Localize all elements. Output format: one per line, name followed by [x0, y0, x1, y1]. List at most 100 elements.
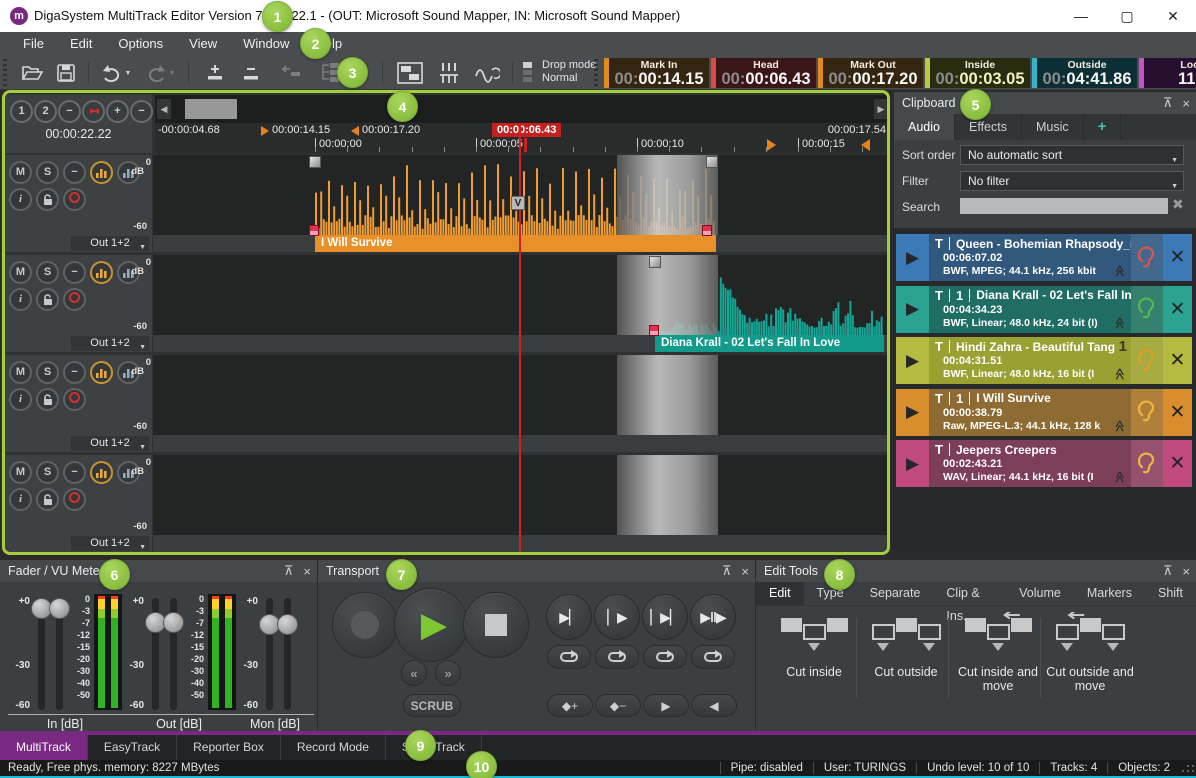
loop-button[interactable] — [547, 645, 591, 669]
edit-tool-cut-outside-and-move[interactable]: Cut outside and move — [1046, 612, 1134, 712]
record-arm-button[interactable] — [63, 488, 86, 511]
time-display-mark-out[interactable]: Mark Out00:00:17.20 — [818, 58, 923, 88]
move-left-icon[interactable] — [276, 60, 306, 86]
filter-select[interactable]: No filter▼ — [960, 171, 1184, 191]
clipboard-play-icon[interactable]: ▶ — [896, 286, 929, 333]
lock-button[interactable] — [36, 188, 59, 211]
time-display-mark-in[interactable]: Mark In00:00:14.15 — [604, 58, 709, 88]
loop-button[interactable] — [595, 645, 639, 669]
vu-orange-button[interactable] — [90, 461, 113, 484]
scrub-button[interactable]: SCRUB — [403, 694, 461, 717]
pin-icon[interactable]: ⊼ — [1163, 563, 1173, 579]
search-clear-icon[interactable]: ✖ — [1172, 196, 1186, 213]
fader-knob[interactable] — [49, 598, 70, 619]
loop-button[interactable] — [691, 645, 735, 669]
undo-icon[interactable]: ▼ — [98, 60, 134, 86]
clipboard-item[interactable]: ▶THindi Zahra - Beautiful Tang100:04:31.… — [896, 337, 1192, 384]
clip-label[interactable]: Diana Krall - 02 Let's Fall In Love — [655, 335, 884, 352]
record-arm-button[interactable] — [63, 288, 86, 311]
remove-track-icon[interactable] — [236, 60, 266, 86]
clip-handle-bottom-left[interactable] — [309, 225, 319, 236]
fader-knob[interactable] — [277, 614, 298, 635]
edit-tools-tab-shift[interactable]: Shift — [1145, 582, 1196, 605]
sort-order-select[interactable]: No automatic sort▼ — [960, 145, 1184, 165]
pin-icon[interactable]: ⊼ — [284, 563, 294, 579]
open-icon[interactable] — [18, 60, 46, 86]
transport-pill-button[interactable]: ◆− — [595, 694, 641, 717]
menu-item-window[interactable]: Window — [230, 32, 302, 56]
minimize-button[interactable]: — — [1058, 0, 1104, 32]
edit-tools-tab-clip-ins-[interactable]: Clip & Ins. — [933, 582, 1006, 605]
menu-item-edit[interactable]: Edit — [57, 32, 105, 56]
zoom-to-marks-icon[interactable]: ▶◀ — [82, 100, 105, 123]
pin-icon[interactable]: ⊼ — [1163, 95, 1173, 111]
edit-tool-cut-outside[interactable]: Cut outside — [862, 612, 950, 712]
clip-handle-bottom-left[interactable] — [649, 325, 659, 336]
mode-tab-multitrack[interactable]: MultiTrack — [0, 735, 88, 760]
info-button[interactable]: i — [9, 488, 32, 511]
transport-pill-button[interactable]: ◆+ — [547, 694, 593, 717]
remove-item-icon[interactable]: ✕ — [1163, 440, 1192, 487]
solo-button[interactable]: S — [36, 261, 59, 284]
edit-tool-cut-inside[interactable]: Cut inside — [770, 612, 858, 712]
add-track-icon[interactable] — [200, 60, 230, 86]
edit-tools-tab-edit[interactable]: Edit — [756, 582, 804, 605]
record-arm-button[interactable] — [63, 388, 86, 411]
timeline-ruler[interactable]: -00:00:04.68 00:00:14.15 00:00:17.20 00:… — [155, 123, 890, 153]
time-display-head[interactable]: Head00:00:06.43 — [711, 58, 816, 88]
vu-orange-button[interactable] — [90, 361, 113, 384]
track-lines-icon[interactable] — [432, 60, 466, 86]
collapse-button[interactable]: − — [63, 461, 86, 484]
remove-item-icon[interactable]: ✕ — [1163, 286, 1192, 333]
track-wave-area[interactable] — [153, 455, 890, 535]
close-icon[interactable]: × — [741, 564, 749, 579]
mode-tab-easytrack[interactable]: EasyTrack — [88, 735, 177, 760]
close-icon[interactable]: × — [1182, 96, 1190, 111]
remove-item-icon[interactable]: ✕ — [1163, 337, 1192, 384]
scroll-right-icon[interactable]: ▶ — [874, 99, 888, 119]
clipboard-tab-effects[interactable]: Effects — [955, 114, 1022, 140]
edit-tools-tab-volume[interactable]: Volume — [1006, 582, 1074, 605]
vu-orange-button[interactable] — [90, 161, 113, 184]
clip-label[interactable]: I Will Survive — [315, 235, 716, 252]
lock-button[interactable] — [36, 388, 59, 411]
maximize-button[interactable]: ▢ — [1104, 0, 1150, 32]
clipboard-item[interactable]: ▶T1I Will Survive00:00:38.79Raw, MPEG-L.… — [896, 389, 1192, 436]
skip-button[interactable]: ▏▶ — [594, 594, 640, 640]
fader-knob[interactable] — [163, 612, 184, 633]
waveform-icon[interactable] — [470, 60, 504, 86]
track-wave-area[interactable] — [153, 255, 890, 335]
object-layout-icon[interactable] — [392, 60, 428, 86]
mute-button[interactable]: M — [9, 161, 32, 184]
zoom-out-button[interactable]: − — [130, 100, 153, 123]
loop-button[interactable] — [643, 645, 687, 669]
clipboard-item[interactable]: ▶TJeepers Creepers00:02:43.21WAV, Linear… — [896, 440, 1192, 487]
close-icon[interactable]: × — [303, 564, 311, 579]
mute-button[interactable]: M — [9, 361, 32, 384]
expand-chevron-icon[interactable]: ≫ — [1112, 368, 1126, 381]
clip-handle-bottom-right[interactable] — [702, 225, 712, 236]
menu-item-file[interactable]: File — [10, 32, 57, 56]
resize-grip[interactable] — [1180, 762, 1194, 774]
skip-button[interactable]: ▶▏ — [546, 594, 592, 640]
collapse-button[interactable]: − — [63, 161, 86, 184]
time-display-outside[interactable]: Outside00:04:41.86 — [1032, 58, 1137, 88]
edit-tools-tab-markers[interactable]: Markers — [1074, 582, 1145, 605]
lock-button[interactable] — [36, 288, 59, 311]
search-input[interactable] — [960, 198, 1168, 214]
clipboard-play-icon[interactable]: ▶ — [896, 234, 929, 281]
prelisten-ear-icon[interactable] — [1131, 440, 1163, 487]
clipboard-item[interactable]: ▶T1Diana Krall - 02 Let's Fall In Lo00:0… — [896, 286, 1192, 333]
clip-handle-top-right[interactable] — [706, 156, 718, 168]
drop-mode-value[interactable]: Normal — [542, 72, 596, 85]
zoom-minus-button[interactable]: − — [58, 100, 81, 123]
info-button[interactable]: i — [9, 388, 32, 411]
solo-button[interactable]: S — [36, 461, 59, 484]
clipboard-tab-add[interactable]: + — [1084, 114, 1122, 140]
solo-button[interactable]: S — [36, 161, 59, 184]
clip-handle-top-left[interactable] — [309, 156, 321, 168]
track-wave-area[interactable] — [153, 355, 890, 435]
toolbar-grip[interactable] — [3, 59, 7, 87]
clip-handle-top-left[interactable] — [649, 256, 661, 268]
drop-mode-control[interactable]: Drop modeNormal — [522, 59, 596, 85]
